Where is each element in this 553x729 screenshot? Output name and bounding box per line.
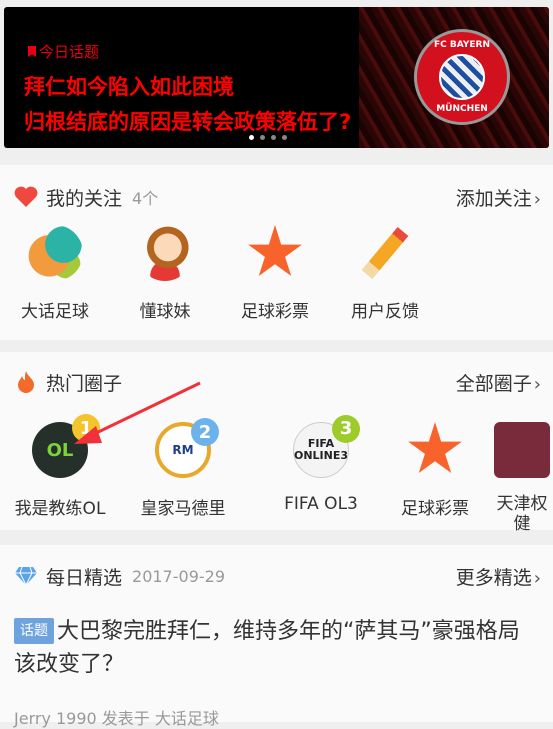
annotation-arrow bbox=[74, 381, 201, 444]
